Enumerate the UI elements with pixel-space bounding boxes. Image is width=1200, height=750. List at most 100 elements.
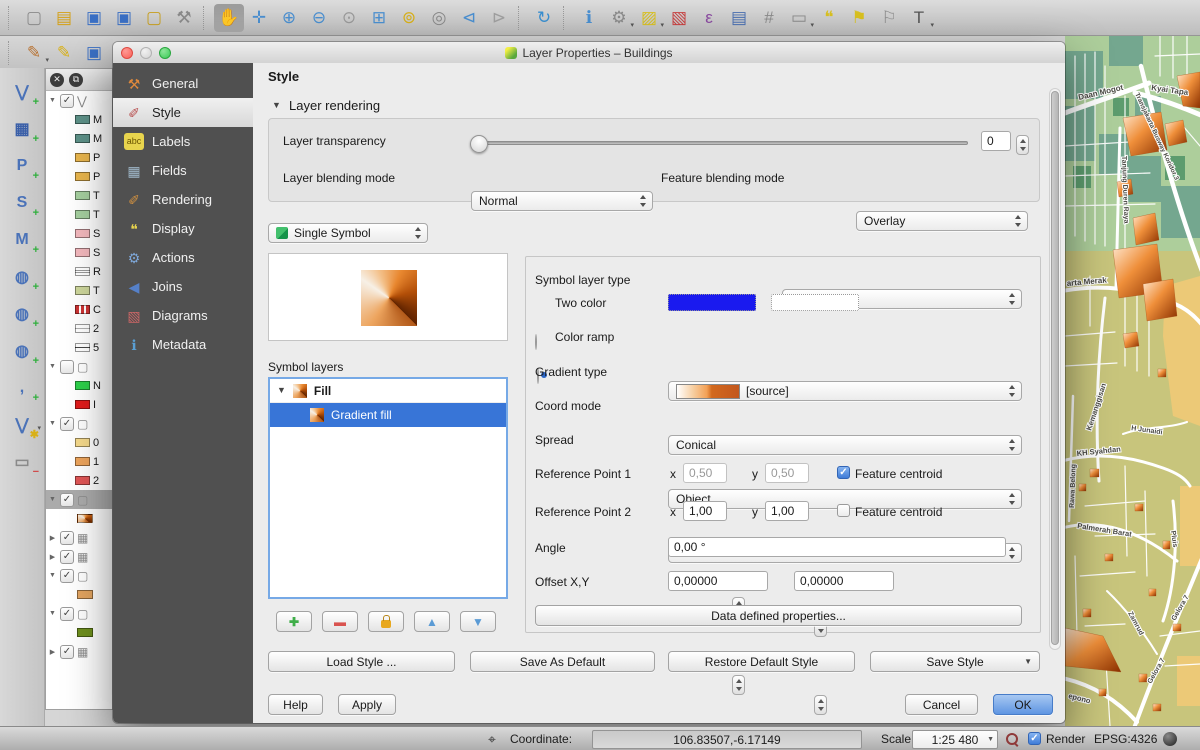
toolbar-button[interactable]: T ▾ [904,4,934,32]
layer-row[interactable]: 5 [46,338,112,357]
layer-visibility-checkbox[interactable]: ✓ [60,569,74,583]
toolbar-button[interactable]: ⚒ [169,4,199,32]
toolbar-button[interactable]: ▣ [109,4,139,32]
toolbar-button[interactable]: ❝ [814,4,844,32]
toolbar-button[interactable]: ⋁ + [8,80,36,104]
ref1-y-field[interactable]: 0,50 [765,463,809,483]
layer-row[interactable]: T [46,186,112,205]
move-up-button[interactable]: ▲ [414,611,450,632]
layer-rendering-header[interactable]: Layer rendering [289,98,380,113]
dialog-tab[interactable]: ✐ Rendering [113,185,253,214]
ref2-x-stepper[interactable] [732,675,745,695]
toolbar-button[interactable]: # [754,4,784,32]
dialog-tab[interactable]: ⚙ Actions [113,243,253,272]
toolbar-button[interactable]: ▭ − [8,450,36,474]
ref1-centroid-checkbox[interactable] [837,466,850,479]
layer-row[interactable]: ▼ ✓ ▢ [46,566,112,585]
data-defined-properties-button[interactable]: Data defined properties... [535,605,1022,626]
layer-row[interactable]: N [46,376,112,395]
dialog-tab[interactable]: ❝ Display [113,214,253,243]
layer-row[interactable]: P [46,167,112,186]
dialog-tab[interactable]: abc Labels [113,127,253,156]
layer-row[interactable]: ▼ ✓ ▢ [46,490,112,509]
transparency-slider[interactable] [471,141,968,145]
toolbar-button[interactable]: ε [694,4,724,32]
toolbar-button[interactable]: ◎ [424,4,454,32]
layer-row[interactable] [46,585,112,604]
layer-visibility-checkbox[interactable]: ✓ [60,417,74,431]
expand-triangle-icon[interactable]: ▶ [48,534,57,542]
expand-triangle-icon[interactable]: ▶ [48,648,57,656]
ref2-centroid-checkbox[interactable] [837,504,850,517]
toolbar-button[interactable]: ▭ ▾ [784,4,814,32]
layer-row[interactable]: 1 [46,452,112,471]
layer-visibility-checkbox[interactable] [60,360,74,374]
render-checkbox[interactable] [1028,732,1041,745]
help-button[interactable]: Help [268,694,323,715]
save-style-button[interactable]: Save Style ▼ [870,651,1040,672]
toolbar-button[interactable]: P + [8,154,36,178]
map-canvas[interactable]: Daan Mogot Kyai Tapa Transjakarta Busway… [1065,36,1200,726]
layer-row[interactable]: M [46,129,112,148]
layer-row[interactable]: 0 [46,433,112,452]
toolbar-button[interactable]: ▤ [49,4,79,32]
toolbar-button[interactable]: ⊲ [454,4,484,32]
toolbar-button[interactable]: ℹ [574,4,604,32]
layer-row[interactable]: ▼ ✓ ▢ [46,604,112,623]
layer-row[interactable]: ▶ ✓ ▦ [46,528,112,547]
layer-row[interactable]: T [46,205,112,224]
two-color-radio[interactable] [535,334,537,350]
layer-visibility-checkbox[interactable]: ✓ [60,531,74,545]
toolbar-button[interactable]: ⚑ [844,4,874,32]
expand-triangle-icon[interactable]: ▼ [48,420,57,427]
renderer-dropdown[interactable]: Single Symbol [268,223,428,243]
collapse-triangle-icon[interactable]: ▼ [277,386,286,395]
layer-row[interactable]: 2 [46,471,112,490]
ref2-y-field[interactable]: 1,00 [765,501,809,521]
angle-field[interactable]: 0,00 ° [668,537,1006,557]
gradient-type-dropdown[interactable]: Conical [668,435,1022,455]
layer-visibility-checkbox[interactable]: ✓ [60,94,74,108]
toolbar-button[interactable]: ▨ ▾ [634,4,664,32]
expand-triangle-icon[interactable]: ▼ [48,363,57,370]
close-icon[interactable]: ✕ [50,73,64,87]
layer-row[interactable]: M [46,110,112,129]
ref2-y-stepper[interactable] [814,695,827,715]
toolbar-button[interactable]: M + [8,228,36,252]
toolbar-button[interactable]: ▣ [79,39,109,67]
toolbar-button[interactable]: ↻ [529,4,559,32]
add-symbol-layer-button[interactable]: ✚ [276,611,312,632]
layer-visibility-checkbox[interactable]: ✓ [60,607,74,621]
toolbar-button[interactable]: ⊕ [274,4,304,32]
toolbar-button[interactable]: ▤ [724,4,754,32]
offset-x-field[interactable]: 0,00000 [668,571,768,591]
save-as-default-button[interactable]: Save As Default [470,651,655,672]
transparency-value-field[interactable]: 0 [981,131,1011,151]
expand-triangle-icon[interactable]: ▶ [48,553,57,561]
load-style-button[interactable]: Load Style ... [268,651,455,672]
symbol-layers-tree[interactable]: ▼ Fill Gradient fill [268,377,508,599]
ref2-x-field[interactable]: 1,00 [683,501,727,521]
layer-row[interactable]: ▼ ▢ [46,357,112,376]
symbol-layer-row-selected[interactable]: Gradient fill [270,403,506,427]
dialog-tab[interactable]: ◀ Joins [113,272,253,301]
toolbar-button[interactable]: ⚙ ▾ [604,4,634,32]
cancel-button[interactable]: Cancel [905,694,978,715]
toolbar-button[interactable]: ▦ + [8,117,36,141]
toolbar-button[interactable]: ▢ [19,4,49,32]
color1-button[interactable] [668,294,756,311]
expand-triangle-icon[interactable]: ▼ [48,572,57,579]
slider-handle[interactable] [470,135,488,153]
layer-row[interactable]: ▶ ✓ ▦ [46,547,112,566]
toolbar-button[interactable]: ▧ [664,4,694,32]
ref1-x-field[interactable]: 0,50 [683,463,727,483]
transparency-stepper[interactable] [1016,135,1029,155]
layer-visibility-checkbox[interactable]: ✓ [60,493,74,507]
toolbar-button[interactable]: ✋ [214,4,244,32]
layer-row[interactable]: S [46,243,112,262]
expand-triangle-icon[interactable]: ▼ [48,97,57,104]
zoom-window-button[interactable] [159,47,171,59]
toolbar-button[interactable]: ✎ ▾ [19,39,49,67]
toolbar-button[interactable]: ⊳ [484,4,514,32]
coordinate-field[interactable]: 106.83507,-6.17149 [592,730,862,749]
